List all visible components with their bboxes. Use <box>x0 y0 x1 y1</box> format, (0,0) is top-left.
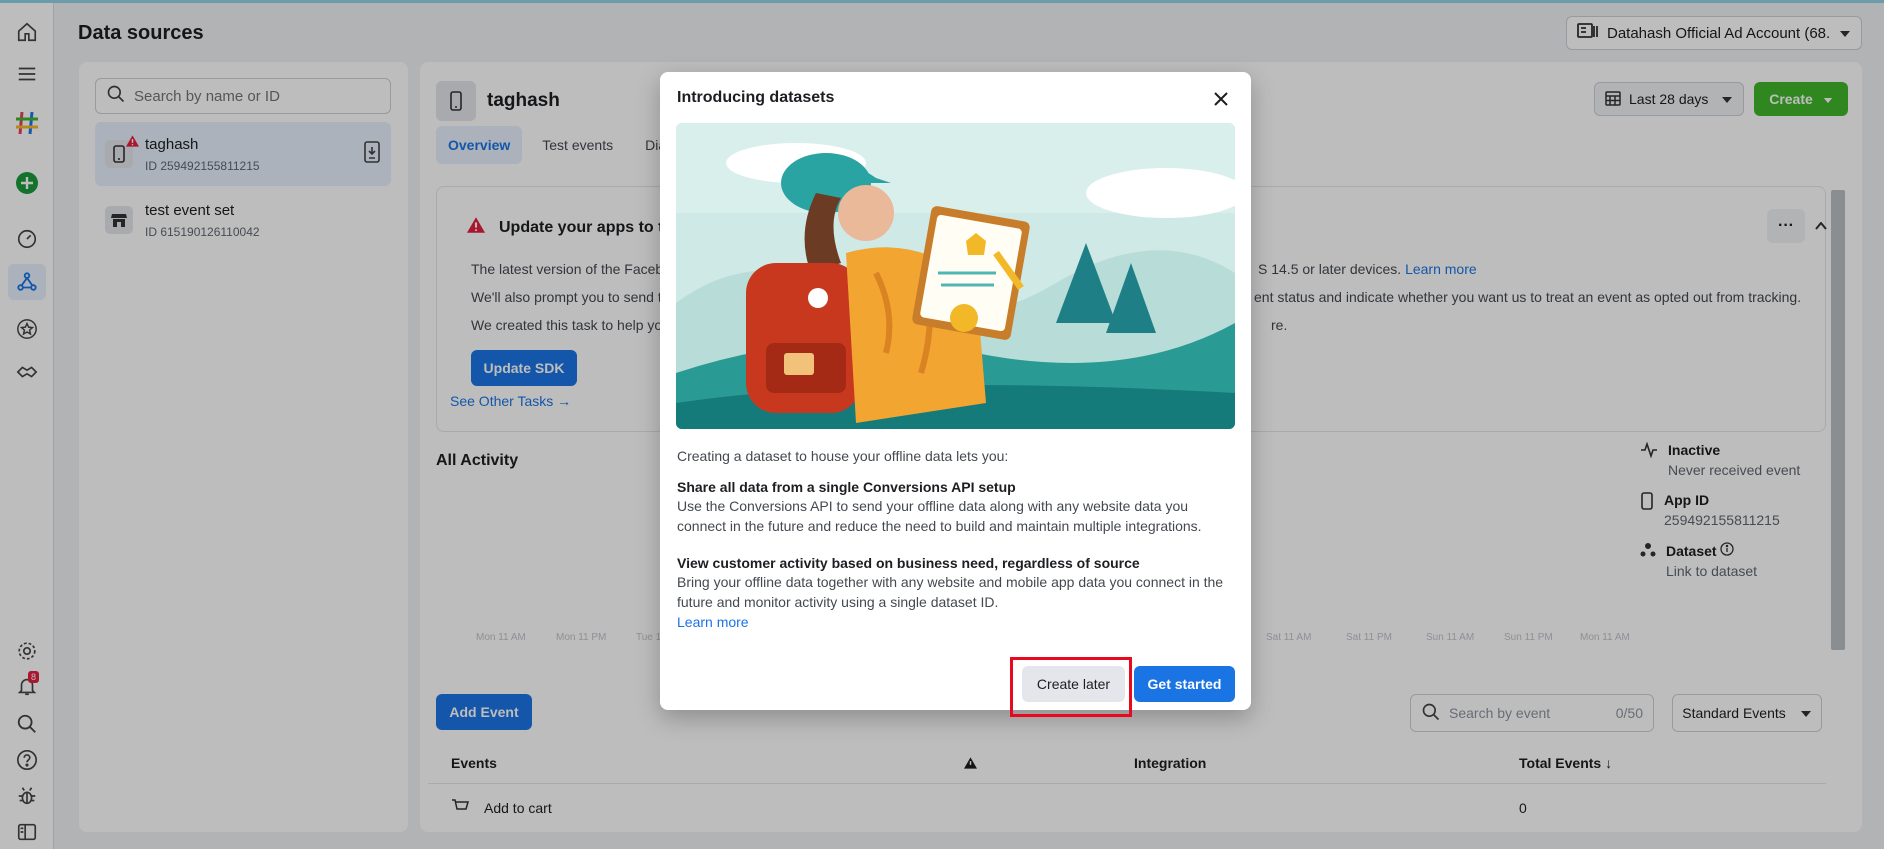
dialog-intro: Creating a dataset to house your offline… <box>677 448 1009 464</box>
datasets-illustration <box>676 123 1235 429</box>
close-icon[interactable] <box>1208 86 1234 112</box>
get-started-button[interactable]: Get started <box>1134 666 1235 702</box>
learn-more-link[interactable]: Learn more <box>677 614 749 630</box>
benefit-2-text: Bring your offline data together with an… <box>677 574 1224 610</box>
benefit-1-text: Use the Conversions API to send your off… <box>677 498 1202 534</box>
highlight-box <box>1010 657 1132 717</box>
introducing-datasets-dialog: Introducing datasets Creating a dataset … <box>660 72 1251 710</box>
dialog-title: Introducing datasets <box>677 89 835 106</box>
benefit-1-heading: Share all data from a single Conversions… <box>677 479 1016 495</box>
benefit-2-heading: View customer activity based on business… <box>677 555 1140 571</box>
